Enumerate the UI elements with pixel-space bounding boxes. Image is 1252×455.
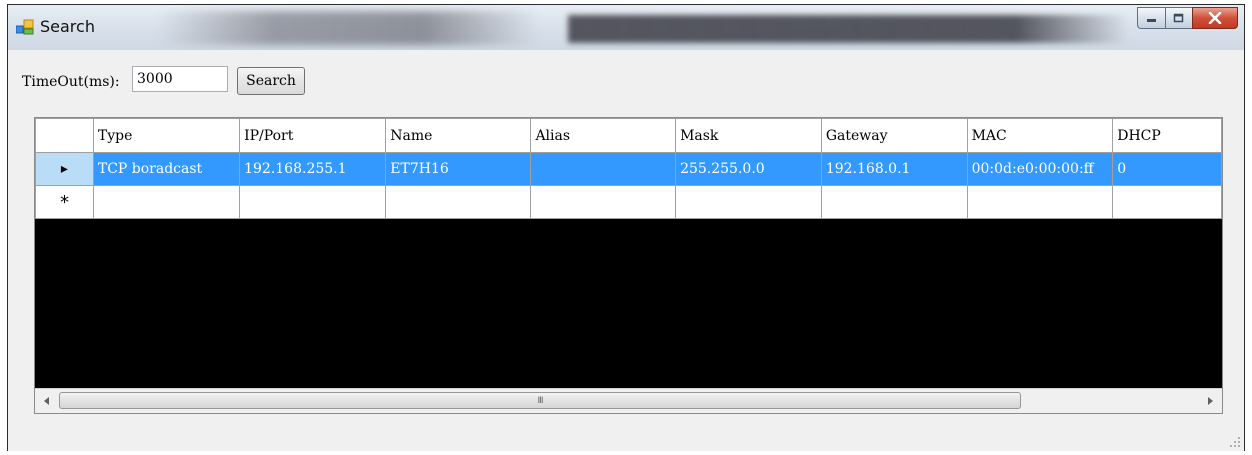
arrow-right-icon [1208, 397, 1213, 405]
window-title: Search [40, 17, 95, 36]
column-header[interactable]: Alias [530, 118, 677, 153]
new-row-icon: * [59, 191, 69, 213]
table-cell[interactable] [385, 185, 532, 219]
column-header[interactable]: Type [92, 118, 241, 153]
minimize-icon [1146, 19, 1156, 22]
scroll-right-button[interactable] [1200, 389, 1220, 413]
results-grid[interactable]: Type IP/Port Name Alias Mask Gateway MAC… [34, 117, 1223, 414]
client-area: TimeOut(ms): Search Type IP/Port Name Al… [8, 50, 1244, 451]
title-bar-blur [568, 15, 1128, 43]
table-cell[interactable] [675, 185, 822, 219]
column-header[interactable]: IP/Port [239, 118, 387, 153]
table-cell[interactable]: 00:0d:e0:00:00:ff [966, 152, 1114, 186]
table-cell[interactable]: 255.255.0.0 [675, 152, 822, 186]
table-cell[interactable] [530, 185, 677, 219]
timeout-label: TimeOut(ms): [22, 74, 120, 90]
scroll-thumb[interactable]: III [59, 392, 1021, 409]
maximize-button[interactable] [1165, 7, 1192, 29]
corner-header [35, 118, 94, 153]
table-cell[interactable] [530, 152, 677, 186]
scroll-left-button[interactable] [37, 389, 57, 413]
title-bar-blur [158, 11, 538, 45]
column-header[interactable]: DHCP [1112, 118, 1222, 153]
header-row: Type IP/Port Name Alias Mask Gateway MAC… [35, 118, 1222, 153]
title-bar[interactable]: Search [8, 5, 1244, 50]
table-cell[interactable] [92, 185, 241, 219]
search-button[interactable]: Search [237, 67, 305, 95]
table-cell[interactable] [966, 185, 1114, 219]
thumb-grip-icon: III [537, 395, 544, 406]
table-cell[interactable]: 0 [1112, 152, 1222, 186]
app-icon [16, 19, 34, 35]
row-header[interactable]: * [35, 185, 94, 219]
column-header[interactable]: Name [385, 118, 532, 153]
minimize-button[interactable] [1137, 7, 1165, 29]
horizontal-scrollbar[interactable]: III [35, 388, 1222, 413]
arrow-left-icon [44, 397, 49, 405]
table-cell[interactable]: TCP boradcast [92, 152, 241, 186]
close-icon [1208, 12, 1222, 24]
table-cell[interactable]: ET7H16 [385, 152, 532, 186]
table-cell[interactable]: 192.168.255.1 [239, 152, 387, 186]
table-row[interactable]: ▸ TCP boradcast 192.168.255.1 ET7H16 255… [35, 152, 1222, 186]
results-table: Type IP/Port Name Alias Mask Gateway MAC… [35, 118, 1222, 219]
column-header[interactable]: Gateway [820, 118, 968, 153]
column-header[interactable]: Mask [675, 118, 822, 153]
table-cell[interactable]: 192.168.0.1 [820, 152, 968, 186]
table-cell[interactable] [239, 185, 387, 219]
current-row-icon: ▸ [60, 161, 68, 177]
window-controls [1137, 7, 1238, 31]
maximize-icon [1173, 13, 1184, 23]
resize-grip-icon[interactable] [1229, 436, 1241, 448]
row-header[interactable]: ▸ [35, 152, 94, 186]
close-button[interactable] [1192, 7, 1238, 29]
table-cell[interactable] [820, 185, 968, 219]
new-row[interactable]: * [35, 185, 1222, 219]
timeout-input[interactable] [132, 66, 228, 92]
table-cell[interactable] [1112, 185, 1222, 219]
search-window: Search TimeOut(ms): Search [7, 4, 1245, 451]
column-header[interactable]: MAC [966, 118, 1114, 153]
